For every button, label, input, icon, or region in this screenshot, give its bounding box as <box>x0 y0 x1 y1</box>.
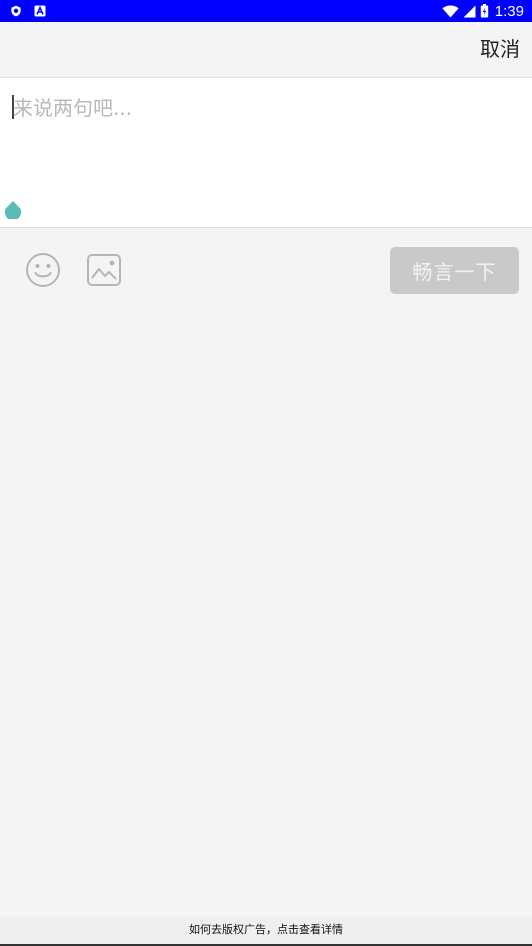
battery-icon <box>480 4 489 18</box>
a-icon <box>34 5 46 17</box>
status-bar-right: 1:39 <box>442 3 524 20</box>
cancel-button[interactable]: 取消 <box>480 22 520 78</box>
text-caret <box>12 95 14 119</box>
status-bar: 1:39 <box>0 0 532 22</box>
smiley-icon[interactable] <box>25 252 61 288</box>
comment-editor <box>0 78 532 228</box>
copyright-ad-link[interactable]: 如何去版权广告，点击查看详情 <box>0 916 532 944</box>
top-bar: 取消 <box>0 22 532 78</box>
shield-icon <box>10 5 22 17</box>
image-icon[interactable] <box>86 253 122 287</box>
send-comment-button[interactable]: 畅言一下 <box>390 247 519 294</box>
comment-toolbar: 畅言一下 <box>0 228 532 314</box>
comment-input[interactable] <box>13 92 518 212</box>
wifi-icon <box>442 5 459 18</box>
signal-icon <box>463 5 476 18</box>
status-time: 1:39 <box>494 2 524 20</box>
status-bar-left <box>10 5 46 17</box>
caret-handle[interactable] <box>4 199 22 219</box>
